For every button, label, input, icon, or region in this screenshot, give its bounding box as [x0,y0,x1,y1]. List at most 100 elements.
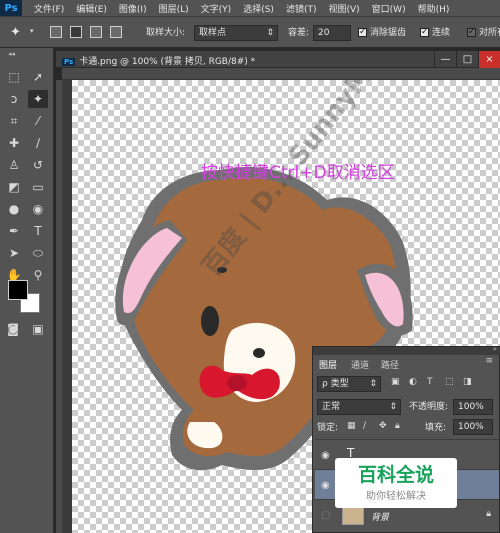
antialias-label: 消除锯齿 [370,28,407,38]
close-button[interactable]: × [478,51,500,68]
tools-panel: ◂◂ ⬚ ➚ ↄ ✦ ⌗ ⁄ ✚ ∕ ♙ ↺ ◩ ▭ ● ◉ ✒ T ➤ ⬭ ✋… [0,48,54,533]
menu-bar: Ps 文件(F) 编辑(E) 图像(I) 图层(L) 文字(Y) 选择(S) 滤… [0,0,500,16]
opacity-value: 100% [458,402,484,412]
photoshop-logo: Ps [0,0,22,16]
layer-filter-select[interactable]: ρ 类型 ⇕ [317,376,381,392]
move-tool-icon[interactable]: ➚ [28,68,48,86]
tolerance-value: 20 [318,28,330,38]
type-tool-icon[interactable]: T [28,222,48,240]
blur-tool-icon[interactable]: ● [4,200,24,218]
menu-type[interactable]: 文字(Y) [201,2,232,15]
lasso-tool-icon[interactable]: ↄ [4,90,24,108]
magic-wand-tool-preset-icon[interactable]: ✦ [10,25,21,40]
tab-paths[interactable]: 路径 [381,358,399,371]
tab-layers[interactable]: 图层 [319,358,337,371]
dodge-tool-icon[interactable]: ◉ [28,200,48,218]
quick-mask-icon[interactable]: ◙ [4,320,22,338]
gradient-tool-icon[interactable]: ▭ [28,178,48,196]
intersect-selection-button[interactable] [110,26,122,38]
lock-all-icon[interactable]: 🔒︎ [395,421,400,431]
zoom-tool-icon[interactable]: ⚲ [28,266,48,284]
eraser-tool-icon[interactable]: ◩ [4,178,24,196]
document-tab-title-text: 卡通.png @ 100% (背景 拷贝, RGB/8#) * [79,57,256,67]
menu-window[interactable]: 窗口(W) [372,2,406,15]
collapse-arrows-icon[interactable]: ◂◂ [8,50,15,58]
document-tab[interactable]: Ps 卡通.png @ 100% (背景 拷贝, RGB/8#) * — □ × [56,51,500,68]
all-layers-label: 对所有 [479,28,500,38]
photoshop-file-icon: Ps [62,58,76,66]
shape-filter-icon[interactable]: ⬚ [445,377,454,387]
document-title: Ps 卡通.png @ 100% (背景 拷贝, RGB/8#) * [62,54,255,67]
path-selection-tool-icon[interactable]: ➤ [4,244,24,262]
baike-watermark-badge: 百科全说 助你轻松解决 [335,458,457,508]
marquee-tool-icon[interactable]: ⬚ [4,68,24,86]
menu-layer[interactable]: 图层(L) [159,2,189,15]
ellipse-tool-icon[interactable]: ⬭ [28,244,48,262]
panel-menu-icon[interactable]: ≡ [485,356,493,366]
visibility-toggle-icon[interactable]: ▢ [321,510,330,521]
document-window-controls: — □ × [434,51,500,68]
fill-label: 填充: [425,423,447,433]
brush-tool-icon[interactable]: ∕ [28,134,48,152]
horizontal-ruler [62,68,500,80]
visibility-eye-icon[interactable]: ◉ [321,450,330,461]
opacity-label: 不透明度: [409,402,449,412]
tolerance-input[interactable]: 20 [313,25,351,41]
opacity-input[interactable]: 100% [453,399,493,415]
options-bar: ✦ ▾ 取样大小: 取样点 ⇕ 容差: 20 消除锯齿 连续 对所有 [0,16,500,48]
adjustment-filter-icon[interactable]: ◐ [409,377,417,387]
menu-edit[interactable]: 编辑(E) [76,2,107,15]
crop-tool-icon[interactable]: ⌗ [4,112,24,130]
layer-filter-label: ρ 类型 [322,379,349,389]
menu-filter[interactable]: 滤镜(T) [286,2,317,15]
maximize-button[interactable]: □ [456,51,478,68]
new-selection-button[interactable] [50,26,62,38]
updown-arrows-icon: ⇕ [389,402,397,412]
foreground-color-swatch[interactable] [8,280,28,300]
badge-title: 百科全说 [357,464,434,486]
updown-arrows-icon: ⇕ [369,379,377,389]
panel-grip[interactable]: » [313,345,500,355]
add-to-selection-button[interactable] [70,26,82,38]
lock-position-icon[interactable]: ✥ [379,421,387,431]
healing-brush-tool-icon[interactable]: ✚ [4,134,24,152]
magic-wand-tool-icon[interactable]: ✦ [28,90,48,108]
layer-name: 背景 [371,513,390,523]
sample-size-value: 取样点 [199,28,227,38]
menu-help[interactable]: 帮助(H) [418,2,450,15]
canvas-margin [62,80,72,533]
pixel-filter-icon[interactable]: ▣ [391,377,400,387]
antialias-checkbox[interactable]: 消除锯齿 [358,26,407,39]
lock-pixels-icon[interactable]: ∕ [363,421,366,431]
fill-value: 100% [458,422,484,432]
subtract-from-selection-button[interactable] [90,26,102,38]
screen-mode-icon[interactable]: ▣ [28,320,48,338]
menu-file[interactable]: 文件(F) [34,2,64,15]
history-brush-tool-icon[interactable]: ↺ [28,156,48,174]
chevron-down-icon[interactable]: ▾ [30,27,34,35]
menu-select[interactable]: 选择(S) [243,2,274,15]
lock-transparent-icon[interactable]: ▦ [347,421,356,431]
contiguous-label: 连续 [432,28,451,38]
all-layers-checkbox[interactable]: 对所有 [467,26,500,39]
updown-arrows-icon: ⇕ [266,28,274,38]
eyedropper-tool-icon[interactable]: ⁄ [28,112,48,130]
minimize-button[interactable]: — [434,51,456,68]
pen-tool-icon[interactable]: ✒ [4,222,24,240]
fill-input[interactable]: 100% [453,419,493,435]
sample-size-select[interactable]: 取样点 ⇕ [194,25,278,41]
clone-stamp-tool-icon[interactable]: ♙ [4,156,24,174]
menu-view[interactable]: 视图(V) [328,2,359,15]
blend-mode-select[interactable]: 正常 ⇕ [317,399,401,415]
collapse-panel-icon[interactable]: » [493,345,497,353]
tab-channels[interactable]: 通道 [351,358,369,371]
checkbox-checked-icon [420,26,429,38]
type-filter-icon[interactable]: T [427,377,433,387]
smart-object-filter-icon[interactable]: ◨ [463,377,472,387]
contiguous-checkbox[interactable]: 连续 [420,26,451,39]
menu-image[interactable]: 图像(I) [119,2,147,15]
lock-icon: 🔒︎ [486,509,491,519]
checkbox-icon [467,26,476,38]
lock-label: 锁定: [317,423,339,433]
visibility-eye-icon[interactable]: ◉ [321,480,330,491]
